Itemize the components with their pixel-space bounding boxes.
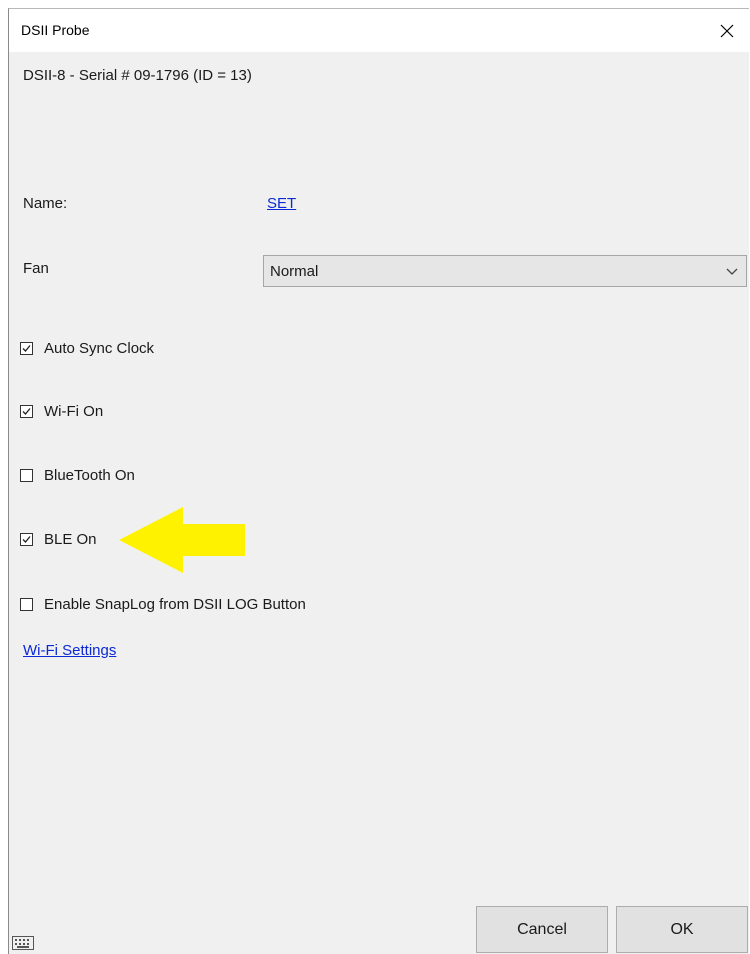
close-icon [720,24,734,37]
checkbox-box[interactable] [20,341,33,355]
checkmark-icon [22,407,31,415]
enable-snaplog-checkbox[interactable]: Enable SnapLog from DSII LOG Button [20,594,306,614]
device-serial-label: DSII-8 - Serial # 09-1796 (ID = 13) [23,67,252,84]
fan-label: Fan [23,260,49,277]
left-arrow-icon [119,507,245,573]
checkbox-label: BLE On [44,530,97,548]
dsii-probe-dialog: DSII Probe DSII-8 - Serial # 09-1796 (ID… [8,8,749,954]
set-name-link[interactable]: SET [267,195,296,212]
ok-button[interactable]: OK [616,906,748,953]
auto-sync-clock-checkbox[interactable]: Auto Sync Clock [20,338,154,358]
checkbox-label: Wi-Fi On [44,402,104,420]
cancel-button-label: Cancel [517,920,567,938]
fan-select[interactable]: Normal [263,255,747,287]
checkbox-label: Enable SnapLog from DSII LOG Button [44,595,306,613]
checkbox-label: Auto Sync Clock [44,339,155,357]
cancel-button[interactable]: Cancel [476,906,608,953]
keyboard-icon [12,936,34,950]
checkbox-box[interactable] [20,532,33,546]
chevron-down-icon [726,268,738,275]
bluetooth-on-checkbox[interactable]: BlueTooth On [20,465,135,485]
checkmark-icon [22,344,31,352]
fan-select-value: Normal [270,263,319,280]
ble-on-checkbox[interactable]: BLE On [20,529,97,549]
ok-button-label: OK [670,920,694,938]
name-label: Name: [23,195,68,212]
wifi-on-checkbox[interactable]: Wi-Fi On [20,401,103,421]
title-bar: DSII Probe [9,9,749,52]
wifi-settings-link[interactable]: Wi-Fi Settings [23,642,116,659]
close-button[interactable] [705,9,749,52]
checkbox-label: BlueTooth On [44,466,135,484]
checkbox-box[interactable] [20,468,33,482]
checkmark-icon [22,535,31,543]
window-title: DSII Probe [21,22,90,38]
checkbox-box[interactable] [20,597,33,611]
checkbox-box[interactable] [20,404,33,418]
